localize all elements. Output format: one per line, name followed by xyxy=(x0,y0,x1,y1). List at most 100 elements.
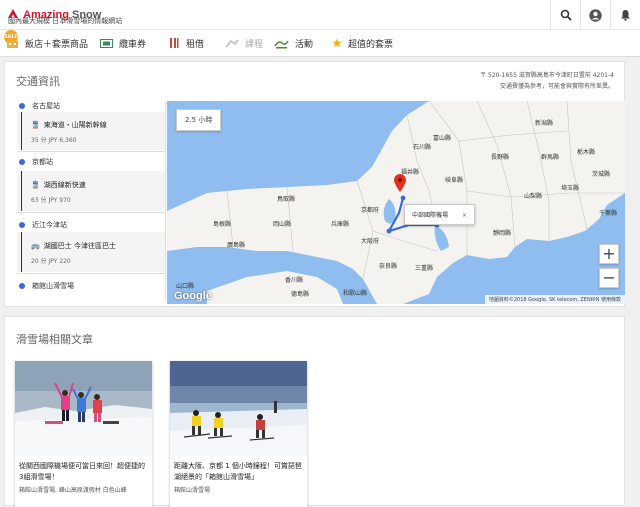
nav-label: 課程 xyxy=(245,39,264,50)
popup-close-button[interactable]: × xyxy=(462,212,467,219)
article-subtitle: 箱館山滑雪場, 峰山高原渡假村 白色山峰 xyxy=(19,487,127,494)
articles-card: 滑雪場相關文章 從關西國際機場便可當日來回！超便捷的3組滑雪場！ 箱館山滑雪場,… xyxy=(4,316,625,507)
stop-dot-icon xyxy=(19,103,25,109)
article-image xyxy=(15,361,152,456)
map-label: 和歌山縣 xyxy=(343,290,368,297)
route-map[interactable]: 富山縣 新潟縣 石川縣 長野縣 群馬縣 栃木縣 茨城縣 埼玉縣 福井縣 岐阜縣 … xyxy=(167,101,625,304)
stop-label: 京都站 xyxy=(32,158,53,166)
map-label: 岡山縣 xyxy=(273,221,292,228)
map-label: 大阪府 xyxy=(361,238,380,245)
nav-label: 活動 xyxy=(295,39,314,50)
search-icon xyxy=(560,9,572,21)
traffic-title: 交通資訊 xyxy=(16,75,60,88)
article-card[interactable]: 距離大阪、京都 1 個小時鐘程！可賞琵琶湖絕景的「箱館山滑雪場」 箱館山滑雪場 xyxy=(170,361,307,507)
route-segment: 🚆 東海道・山陽新幹線 35 分 JPY 6,360 xyxy=(17,112,165,150)
nav-lesson[interactable]: 課程 xyxy=(225,37,263,50)
map-label: 島根縣 xyxy=(213,221,232,228)
segment-name: 湖西線新快速 xyxy=(43,181,86,189)
star-icon xyxy=(332,38,342,48)
map-label: 鳥取縣 xyxy=(277,196,296,203)
nav-hotel-package[interactable]: 飯店＋套票商品 xyxy=(6,37,88,50)
stop-label: 箱館山滑雪場 xyxy=(32,282,74,290)
map-label: 三重縣 xyxy=(415,265,434,272)
zoom-out-button[interactable]: − xyxy=(599,268,619,288)
map-label: 京都府 xyxy=(361,207,380,214)
nav-label: 飯店＋套票商品 xyxy=(25,39,89,50)
route-stop: 箱館山滑雪場 xyxy=(19,281,74,291)
popup-label: 中部國際機場 xyxy=(412,212,449,219)
lift-ticket-icon xyxy=(100,38,113,48)
nav-label: 超值的套票 xyxy=(348,39,394,50)
notification-bell-icon xyxy=(621,10,630,21)
route-segment: 🚆 湖西線新快速 63 分 JPY 970 xyxy=(17,171,165,211)
segment-name: 東海道・山陽新幹線 xyxy=(43,121,107,129)
map-label: 兵庫縣 xyxy=(331,221,350,228)
map-label: 奈良縣 xyxy=(379,263,398,270)
activity-icon xyxy=(274,40,289,48)
route-stop: 京都站 xyxy=(19,157,53,167)
map-label: 埼玉縣 xyxy=(561,185,580,192)
main-nav: SALE 飯店＋套票商品 纜車券 租借 課程 活動 超值的套票 xyxy=(0,30,640,57)
map-label: 德島縣 xyxy=(291,291,310,298)
account-button[interactable] xyxy=(580,0,610,30)
map-label: 廣島縣 xyxy=(227,242,246,249)
zoom-in-button[interactable]: + xyxy=(599,244,619,264)
segment-info: 35 分 JPY 6,360 xyxy=(31,137,77,144)
segment-name: 湖國巴士 今津往區巴士 xyxy=(43,242,116,250)
train-icon: 🚆 xyxy=(31,181,40,189)
map-label: 長野縣 xyxy=(491,154,510,161)
map-label: 山口縣 xyxy=(176,283,195,290)
article-image xyxy=(170,361,307,456)
search-button[interactable] xyxy=(550,0,580,30)
map-label: 千葉縣 xyxy=(599,210,618,217)
stop-label: 名古屋站 xyxy=(32,102,60,110)
nav-rental[interactable]: 租借 xyxy=(168,37,204,50)
hotel-icon xyxy=(7,40,18,48)
map-label: 福井縣 xyxy=(401,169,420,176)
route-segment: 🚌 湖國巴士 今津往區巴士 20 分 JPY 220 xyxy=(17,232,165,272)
address-block: 〒 520-1655 滋賀縣高島市今津町日置前 4201-4 交通費僅為參考，可… xyxy=(480,70,614,92)
nav-label: 租借 xyxy=(186,39,205,50)
nav-label: 纜車券 xyxy=(119,39,147,50)
destination-pin-icon[interactable] xyxy=(394,174,406,192)
article-card[interactable]: 從關西國際機場便可當日來回！超便捷的3組滑雪場！ 箱館山滑雪場, 峰山高原渡假村… xyxy=(15,361,152,507)
article-subtitle: 箱館山滑雪場 xyxy=(174,487,211,494)
map-canvas xyxy=(167,101,625,304)
traffic-card: 交通資訊 〒 520-1655 滋賀縣高島市今津町日置前 4201-4 交通費僅… xyxy=(4,61,625,307)
nav-lift-ticket[interactable]: 纜車券 xyxy=(100,37,146,50)
map-label: 富山縣 xyxy=(433,135,452,142)
route-panel[interactable]: 名古屋站 🚆 東海道・山陽新幹線 35 分 JPY 6,360 京都站 🚆 湖西線新… xyxy=(5,101,166,301)
notification-button[interactable] xyxy=(610,0,640,30)
article-title: 從關西國際機場便可當日來回！超便捷的3組滑雪場！ xyxy=(19,462,145,481)
map-label: 群馬縣 xyxy=(541,154,560,161)
segment-info: 63 分 JPY 970 xyxy=(31,197,71,204)
segment-info: 20 分 JPY 220 xyxy=(31,258,71,265)
nav-value-package[interactable]: 超值的套票 xyxy=(332,37,393,50)
map-label: 靜岡縣 xyxy=(493,230,512,237)
map-label: 香川縣 xyxy=(285,277,304,284)
stop-dot-icon xyxy=(19,222,25,228)
map-label: 山梨縣 xyxy=(524,193,543,200)
account-icon xyxy=(589,8,602,22)
header: Amazing Snow 國內最大規模 日本滑雪場的情報網站 xyxy=(0,0,640,30)
map-label: 茨城縣 xyxy=(592,171,611,178)
tagline: 國內最大規模 日本滑雪場的情報網站 xyxy=(8,17,123,25)
stop-label: 近江今津站 xyxy=(32,221,67,229)
fare-note: 交通費僅為參考，可能會與實際有所差異。 xyxy=(499,83,614,90)
map-label: 新潟縣 xyxy=(535,120,554,127)
ski-rental-icon xyxy=(170,38,179,48)
stop-dot-icon xyxy=(19,159,25,165)
map-label: 石川縣 xyxy=(413,144,432,151)
airport-popup: 中部國際機場 × xyxy=(404,204,476,225)
map-attribution[interactable]: 地圖資料©2018 Google, SK telecom, ZENRIN 使用條… xyxy=(484,295,625,304)
duration-box: 2.5 小時 xyxy=(176,109,222,131)
bus-icon: 🚌 xyxy=(31,242,40,250)
google-logo: Google xyxy=(174,290,212,302)
route-stop: 近江今津站 xyxy=(19,220,67,230)
nav-activity[interactable]: 活動 xyxy=(274,37,313,50)
map-label: 栃木縣 xyxy=(577,149,596,156)
map-label: 岐阜縣 xyxy=(445,177,464,184)
stop-dot-icon xyxy=(19,283,25,289)
train-icon: 🚆 xyxy=(31,121,40,129)
address-line: 〒 520-1655 滋賀縣高島市今津町日置前 4201-4 xyxy=(480,72,614,79)
